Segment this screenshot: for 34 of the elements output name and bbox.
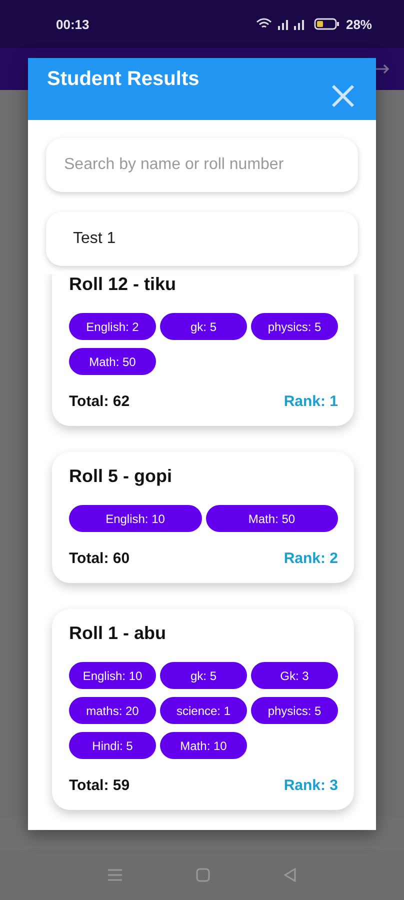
score-chip: English: 10 xyxy=(69,662,156,689)
menu-icon[interactable] xyxy=(106,868,123,882)
total-score: Total: 62 xyxy=(69,393,130,410)
score-chip: physics: 5 xyxy=(251,697,338,724)
score-chip: maths: 20 xyxy=(69,697,156,724)
score-chip: science: 1 xyxy=(160,697,247,724)
score-chip: gk: 5 xyxy=(160,662,247,689)
rank-label: Rank: 3 xyxy=(284,777,338,794)
student-heading: Roll 5 - gopi xyxy=(69,466,173,487)
home-icon[interactable] xyxy=(196,868,210,882)
score-chip: English: 10 xyxy=(69,505,202,532)
wifi-icon xyxy=(256,18,272,30)
student-heading: Roll 1 - abu xyxy=(69,623,168,644)
score-chip: physics: 5 xyxy=(251,313,338,340)
score-chip: English: 2 xyxy=(69,313,156,340)
score-chip: Gk: 3 xyxy=(251,662,338,689)
score-chip: Hindi: 5 xyxy=(69,732,156,759)
close-button[interactable] xyxy=(330,84,356,110)
battery-icon xyxy=(314,18,340,30)
search-field[interactable]: Search by name or roll number xyxy=(46,138,358,192)
dialog-title: Student Results xyxy=(47,68,200,92)
score-chip: Math: 10 xyxy=(160,732,247,759)
total-score: Total: 59 xyxy=(69,777,130,794)
score-chip: Math: 50 xyxy=(69,348,156,375)
total-score: Total: 60 xyxy=(69,550,130,567)
test-dropdown[interactable]: Test 1 xyxy=(46,212,358,266)
battery-level: 28% xyxy=(346,16,372,32)
back-icon[interactable] xyxy=(283,868,298,882)
student-heading: Roll 12 - tiku xyxy=(69,274,178,295)
score-chip: Math: 50 xyxy=(206,505,338,532)
score-chip: gk: 5 xyxy=(160,313,247,340)
clock-time: 00:13 xyxy=(56,16,90,32)
rank-label: Rank: 1 xyxy=(284,393,338,410)
rank-label: Rank: 2 xyxy=(284,550,338,567)
